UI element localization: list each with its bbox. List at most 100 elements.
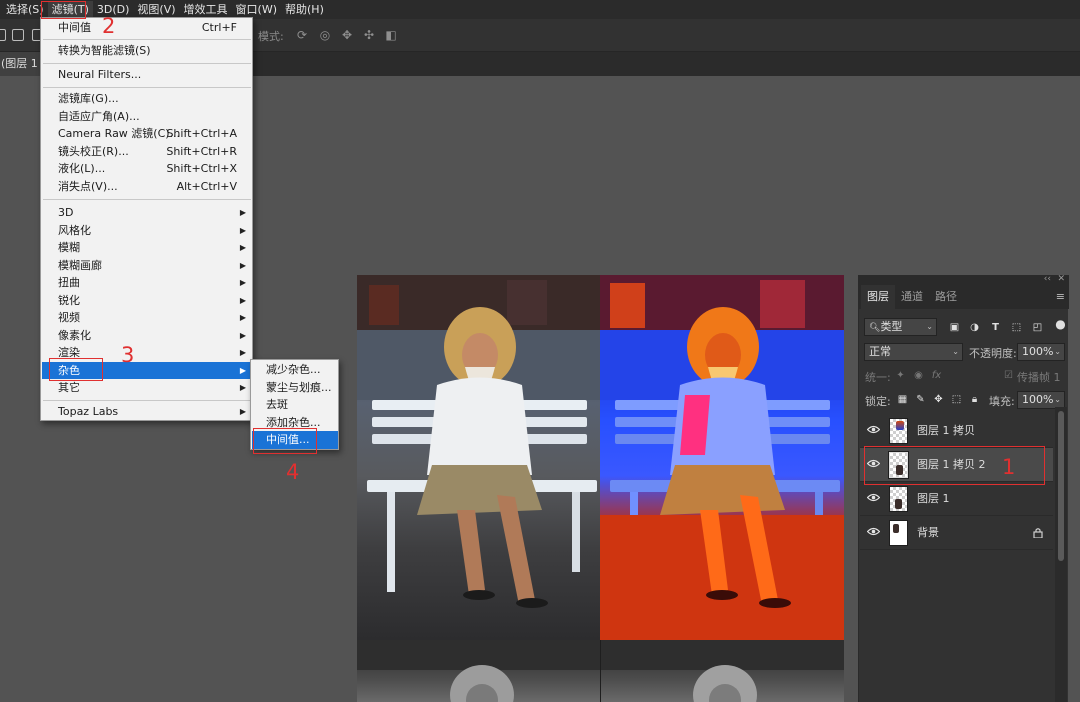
menu-item-liquify[interactable]: 液化(L)... Shift+Ctrl+X [42,160,252,178]
menu-item-blur[interactable]: 模糊 ▶ [42,239,252,257]
menu-item-label: 风格化 [58,223,91,237]
menu-item-pixelate[interactable]: 像素化 ▶ [42,327,252,345]
submenu-arrow-icon: ▶ [239,407,246,416]
menu-item-label: Topaz Labs [58,405,119,418]
layer-row-background[interactable]: 背景 [860,516,1053,550]
drag-3d-icon[interactable]: ✥ [340,28,354,42]
filter-type-icon[interactable]: T [990,322,1001,333]
menu-item-vanishing-point[interactable]: 消失点(V)... Alt+Ctrl+V [42,178,252,196]
lock-artboard-icon[interactable]: ⬚ [951,394,962,405]
menu-item-convert-smart-filter[interactable]: 转换为智能滤镜(S) [42,42,252,60]
menu-item-other[interactable]: 其它 ▶ [42,379,252,397]
blend-mode-select[interactable]: 正常 ⌄ [864,343,963,361]
propagate-checkbox[interactable]: ☑ [1003,370,1014,381]
lock-position-icon[interactable]: ✥ [933,394,944,405]
align-left-icon[interactable] [0,29,6,41]
menu-item-median-last[interactable]: 中间值 Ctrl+F [42,19,252,37]
menu-item-video[interactable]: 视频 ▶ [42,309,252,327]
align-center-icon[interactable] [12,29,24,41]
submenu-arrow-icon: ▶ [239,313,246,322]
layers-scrollbar[interactable] [1055,407,1067,702]
menu-item-distort[interactable]: 扭曲 ▶ [42,274,252,292]
menu-item-neural-filters[interactable]: Neural Filters... [42,66,252,84]
menu-view[interactable]: 视图(V) [133,1,179,18]
menu-item-3d[interactable]: 3D ▶ [42,204,252,222]
unify-style-icon[interactable]: fx [931,370,942,381]
canvas[interactable] [357,275,844,702]
menu-item-lens-correction[interactable]: 镜头校正(R)... Shift+Ctrl+R [42,143,252,161]
filter-shape-icon[interactable]: ⬚ [1011,322,1022,333]
eye-icon[interactable] [867,493,880,502]
photo-grayscale-left-drawing [357,640,600,702]
tab-paths[interactable]: 路径 [929,285,963,309]
panel-menu-icon[interactable]: ≡ [1056,290,1065,303]
chevron-down-icon: ⌄ [1054,347,1061,356]
annotation-number-1: 1 [1002,455,1016,479]
panel-tabs: 图层 通道 路径 ≡ [859,285,1069,309]
filter-smart-object-icon[interactable]: ◰ [1032,322,1043,333]
orbit-3d-icon[interactable]: ⟳ [295,28,309,42]
shortcut-label: Ctrl+F [201,21,237,34]
layer-thumbnail [889,486,908,512]
submenu-item-reduce-noise[interactable]: 减少杂色... [252,361,338,379]
opacity-input[interactable]: 100% ⌄ [1017,343,1065,361]
submenu-arrow-icon: ▶ [239,330,246,340]
lock-image-icon[interactable]: ✎ [915,394,926,405]
chevron-down-icon: ⌄ [952,347,959,356]
tab-layers[interactable]: 图层 [861,285,895,309]
lock-icon[interactable] [1033,527,1043,538]
unify-position-icon[interactable]: ✦ [895,370,906,381]
close-panel-icon[interactable]: ✕ [1057,274,1065,284]
annotation-box-median [253,428,317,454]
menu-separator [43,63,251,64]
filter-toggle-icon[interactable]: ● [1055,318,1066,330]
lock-all-icon[interactable]: 🔒︎ [969,394,980,405]
slide-3d-icon[interactable]: ✣ [362,28,376,42]
scrollbar-thumb[interactable] [1058,411,1064,561]
photo-processed [600,275,844,640]
menu-item-blur-gallery[interactable]: 模糊画廊 ▶ [42,257,252,275]
tab-channels[interactable]: 通道 [895,285,929,309]
menu-item-label: 模糊画廊 [58,258,102,272]
menu-item-label: 中间值 [58,21,91,34]
menu-plugins[interactable]: 增效工具 [180,1,232,18]
annotation-box-filter-menu [41,1,86,19]
photo-grayscale-left [357,640,600,702]
menu-item-label: Camera Raw 滤镜(C)... [58,127,181,140]
roll-3d-icon[interactable]: ◎ [318,28,332,42]
filter-adjustment-icon[interactable]: ◑ [969,322,980,333]
layer-row-layer1[interactable]: 图层 1 [860,482,1053,516]
submenu-item-dust-scratches[interactable]: 蒙尘与划痕... [252,379,338,397]
layer-row-copy[interactable]: 图层 1 拷贝 [860,414,1053,448]
search-icon: 🔍︎ [869,323,881,333]
photo-original-drawing [357,275,600,608]
eye-icon[interactable] [867,527,880,536]
lock-transparent-icon[interactable]: ▦ [897,394,908,405]
annotation-number-2: 2 [102,14,116,38]
photo-original [357,275,600,640]
menu-help[interactable]: 帮助(H) [281,1,328,18]
collapse-panel-icon[interactable]: ‹‹ [1044,274,1051,284]
filter-pixel-icon[interactable]: ▣ [949,322,960,333]
submenu-arrow-icon: ▶ [239,295,246,305]
menu-item-stylize[interactable]: 风格化 ▶ [42,222,252,240]
submenu-arrow-icon: ▶ [239,243,246,252]
unify-visibility-icon[interactable]: ◉ [913,370,924,381]
menu-item-camera-raw[interactable]: Camera Raw 滤镜(C)... Shift+Ctrl+A [42,125,252,143]
menu-item-filter-gallery[interactable]: 滤镜库(G)... [42,90,252,108]
menu-window[interactable]: 窗口(W) [232,1,281,18]
menu-item-adaptive-wide-angle[interactable]: 自适应广角(A)... [42,108,252,126]
layer-name: 图层 1 [917,492,950,505]
mode-label: 模式: [258,30,284,43]
panel-top-bar: ‹‹ ✕ [859,274,1069,285]
filter-kind-value: 类型 [880,320,903,333]
menu-item-topaz-labs[interactable]: Topaz Labs ▶ [42,403,252,421]
camera-3d-icon[interactable]: ◧ [384,28,398,42]
fill-label: 填充: [989,395,1015,408]
eye-icon[interactable] [867,425,880,434]
menu-item-sharpen[interactable]: 锐化 ▶ [42,292,252,310]
submenu-item-despeckle[interactable]: 去斑 [252,396,338,414]
menu-item-label: 锐化 [58,293,80,307]
menu-item-label: 3D [58,206,74,219]
layer-filter-select[interactable]: 🔍︎类型 ⌄ [864,318,937,336]
